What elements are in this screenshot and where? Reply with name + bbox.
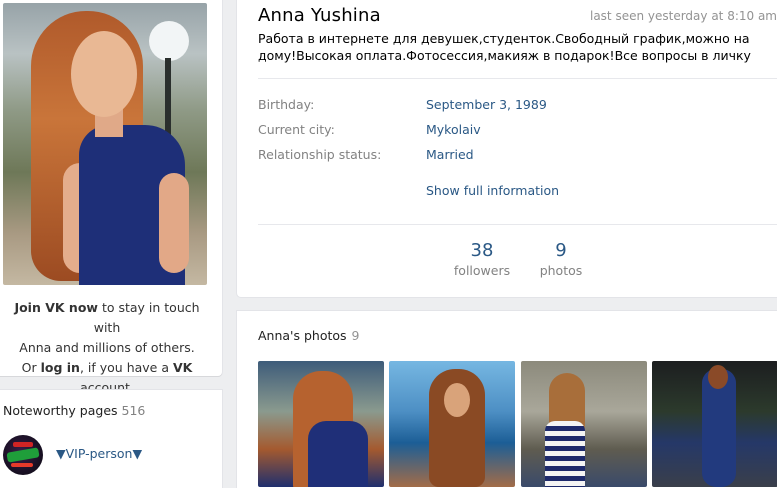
last-seen-status: last seen yesterday at 8:10 am [589, 9, 777, 23]
join-mid-text: , if you have a [79, 360, 173, 375]
noteworthy-pages-header[interactable]: Noteworthy pages 516 [3, 403, 145, 418]
photo-thumbnail[interactable] [389, 361, 515, 487]
avatar-face [71, 31, 137, 117]
profile-counters: 38 followers 9 photos [237, 228, 657, 288]
show-full-info-link[interactable]: Show full information [426, 183, 559, 198]
relationship-value: Married [426, 147, 474, 162]
photo-thumbnail[interactable] [521, 361, 647, 487]
photos-counter[interactable]: 9 photos [531, 240, 591, 280]
noteworthy-pages-count: 516 [121, 403, 146, 418]
photo-figure-shirt [545, 421, 585, 487]
city-label: Current city: [258, 122, 335, 137]
join-line-2: Anna and millions of others. [19, 340, 195, 355]
vk-brand-text: VK [172, 360, 193, 375]
avatar-bg-lamp [149, 21, 189, 61]
photo-figure-body [308, 421, 368, 487]
photos-card: Anna's photos 9 [237, 311, 777, 488]
relationship-label: Relationship status: [258, 147, 382, 162]
photos-header[interactable]: Anna's photos 9 [258, 328, 360, 343]
city-value[interactable]: Mykolaiv [426, 122, 481, 137]
followers-counter[interactable]: 38 followers [447, 240, 517, 280]
noteworthy-page-link[interactable]: ▼VIP-person▼ [56, 446, 142, 461]
photo-figure-face [444, 383, 470, 417]
divider [258, 78, 777, 79]
profile-sidebar-card: Join VK now to stay in touch with Anna a… [0, 0, 222, 395]
divider [258, 224, 777, 225]
join-vk-prompt: Join VK now to stay in touch with Anna a… [0, 298, 214, 398]
photos-label: photos [539, 263, 583, 278]
avatar-arm-right [159, 173, 189, 273]
join-vk-link[interactable]: Join VK now [14, 300, 98, 315]
join-line-1: Join VK now to stay in touch with [0, 298, 214, 338]
followers-label: followers [453, 263, 511, 278]
photos-title: Anna's photos [258, 328, 347, 343]
profile-status-text: Работа в интернете для девушек,студенток… [258, 31, 751, 63]
birthday-label: Birthday: [258, 97, 315, 112]
avatar-bg-pole [165, 58, 171, 138]
photos-total-count: 9 [351, 328, 360, 343]
noteworthy-pages-title: Noteworthy pages [3, 403, 118, 418]
profile-info-card: Anna Yushina last seen yesterday at 8:10… [237, 0, 777, 297]
join-or-text: Or [21, 360, 41, 375]
noteworthy-pages-card: Noteworthy pages 516 ▼VIP-person▼ [0, 390, 222, 488]
profile-avatar[interactable] [3, 3, 207, 285]
photo-thumbnail[interactable] [258, 361, 384, 487]
photos-count: 9 [555, 240, 567, 261]
avatar-mark-red [13, 442, 33, 447]
join-line-1-text: to stay in touch with [93, 300, 200, 335]
followers-count: 38 [470, 240, 494, 261]
profile-name: Anna Yushina [258, 5, 381, 26]
photo-thumbnail[interactable] [652, 361, 777, 487]
noteworthy-page-avatar[interactable] [3, 435, 43, 475]
avatar-mark-green [6, 447, 40, 463]
avatar-mark-red-2 [11, 463, 33, 467]
photo-figure-head [708, 365, 728, 389]
birthday-value[interactable]: September 3, 1989 [426, 97, 547, 112]
login-link[interactable]: log in [41, 360, 80, 375]
